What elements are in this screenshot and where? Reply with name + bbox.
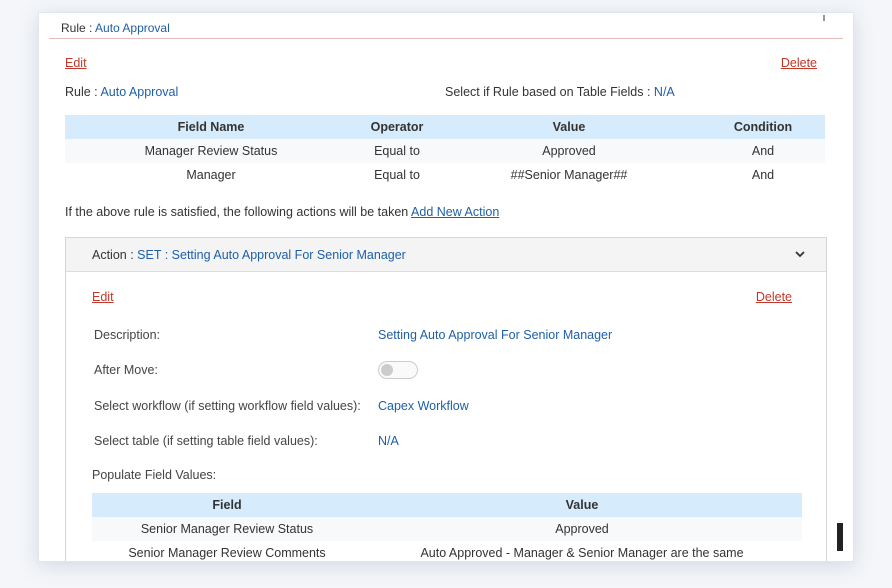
action-panel: Action : SET : Setting Auto Approval For… — [65, 237, 827, 561]
table-header-row: Field Name Operator Value Condition — [65, 115, 825, 139]
table-cell: Senior Manager Review Comments — [128, 546, 326, 560]
chevron-down-icon[interactable] — [794, 238, 806, 285]
table-row: Manager Review Status Equal to Approved … — [65, 139, 825, 163]
action-label: Action : — [92, 248, 138, 262]
table-cell: Equal to — [357, 139, 437, 163]
rule-title-name: Auto Approval — [95, 21, 170, 35]
table-select-value: N/A — [378, 434, 399, 448]
rule-name-line: Rule : Auto Approval — [65, 85, 178, 99]
column-header: Field Name — [65, 115, 357, 139]
after-move-toggle[interactable] — [378, 361, 418, 379]
column-header: Value — [362, 493, 802, 517]
table-cell: ##Senior Manager## — [510, 168, 628, 182]
table-cell: Manager Review Status — [65, 139, 357, 163]
workflow-value: Capex Workflow — [378, 399, 469, 413]
rule-conditions-table: Field Name Operator Value Condition Mana… — [65, 115, 825, 187]
edit-rule-link[interactable]: Edit — [65, 56, 87, 70]
table-fields-value: N/A — [653, 85, 675, 99]
rule-label: Rule : — [65, 85, 101, 99]
scrollbar-thumb[interactable] — [837, 523, 843, 551]
table-row: Senior Manager Review Comments Auto Appr… — [92, 541, 802, 561]
table-cell: Approved — [437, 139, 701, 163]
delete-rule-link[interactable]: Delete — [781, 56, 817, 70]
table-header-row: Field Value — [92, 493, 802, 517]
column-header: Value — [437, 115, 701, 139]
action-header[interactable]: Action : SET : Setting Auto Approval For… — [66, 238, 826, 272]
table-cell: Auto Approved - Manager & Senior Manager… — [420, 546, 744, 560]
add-new-action-link[interactable]: Add New Action — [411, 205, 499, 219]
toggle-knob — [381, 364, 393, 376]
table-fields-line: Select if Rule based on Table Fields : N… — [445, 85, 675, 99]
populate-label: Populate Field Values: — [92, 468, 217, 482]
delete-action-link[interactable]: Delete — [756, 290, 792, 304]
actions-intro: If the above rule is satisfied, the foll… — [65, 205, 499, 219]
description-label: Description: — [94, 328, 160, 342]
table-cell: Equal to — [374, 168, 420, 182]
rule-panel: Rule : Auto Approval Edit Delete Rule : … — [38, 12, 854, 562]
scroll-marker — [823, 15, 825, 21]
column-header: Condition — [701, 115, 825, 139]
populate-fields-table: Field Value Senior Manager Review Status… — [92, 493, 802, 561]
rule-name: Auto Approval — [100, 85, 179, 99]
table-row: Senior Manager Review Status Approved — [92, 517, 802, 541]
rule-title-prefix: Rule : — [61, 21, 96, 35]
column-header: Operator — [357, 115, 437, 139]
table-cell: Approved — [362, 517, 802, 541]
actions-intro-text: If the above rule is satisfied, the foll… — [65, 205, 409, 219]
description-value: Setting Auto Approval For Senior Manager — [378, 328, 613, 342]
rule-title-bar: Rule : Auto Approval — [49, 13, 843, 39]
table-fields-label: Select if Rule based on Table Fields : — [445, 85, 654, 99]
table-cell: Manager — [186, 168, 236, 182]
edit-action-link[interactable]: Edit — [92, 290, 114, 304]
table-cell: And — [751, 168, 775, 182]
table-cell: And — [701, 139, 825, 163]
after-move-label: After Move: — [94, 363, 158, 377]
table-row: Manager Equal to ##Senior Manager## And — [65, 163, 825, 187]
table-cell: Senior Manager Review Status — [92, 517, 362, 541]
workflow-label: Select workflow (if setting workflow fie… — [94, 399, 361, 413]
action-title: SET : Setting Auto Approval For Senior M… — [137, 248, 406, 262]
column-header: Field — [92, 493, 362, 517]
table-select-label: Select table (if setting table field val… — [94, 434, 318, 448]
